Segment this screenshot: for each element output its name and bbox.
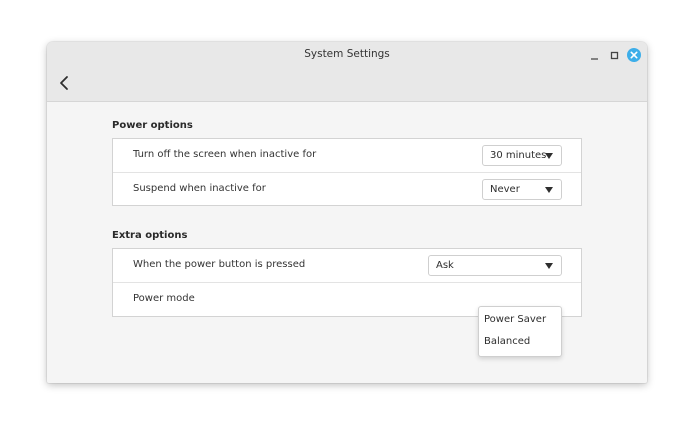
section-title-extra-options: Extra options (112, 230, 188, 241)
system-settings-window: System Settings Power options Turn off t… (47, 42, 647, 383)
suspend-dropdown[interactable]: Never (482, 179, 562, 200)
option-label: Power Saver (484, 314, 547, 325)
power-button-row: When the power button is pressed Ask (113, 249, 581, 282)
screen-off-value: 30 minutes (490, 150, 547, 161)
close-button[interactable] (626, 47, 642, 63)
suspend-row: Suspend when inactive for Never (113, 172, 581, 206)
screen-off-row: Turn off the screen when inactive for 30… (113, 139, 581, 172)
dropdown-arrow-icon (545, 187, 553, 193)
window-title: System Settings (304, 48, 390, 60)
dropdown-arrow-icon (545, 263, 553, 269)
minimize-icon (591, 58, 598, 60)
screen-off-dropdown[interactable]: 30 minutes (482, 145, 562, 166)
power-options-group: Turn off the screen when inactive for 30… (112, 138, 582, 206)
power-mode-label: Power mode (133, 293, 195, 304)
dropdown-arrow-icon (545, 153, 553, 159)
power-mode-option-balanced[interactable]: Balanced (479, 331, 561, 353)
power-mode-option-power-saver[interactable]: Power Saver (479, 309, 561, 331)
close-icon (627, 48, 641, 62)
maximize-button[interactable] (607, 48, 623, 62)
maximize-icon (610, 51, 619, 60)
screen-off-label: Turn off the screen when inactive for (133, 149, 317, 160)
back-button[interactable] (55, 72, 75, 94)
suspend-label: Suspend when inactive for (133, 183, 266, 194)
header-bar: System Settings (47, 42, 647, 102)
power-button-label: When the power button is pressed (133, 259, 306, 270)
power-button-value: Ask (436, 260, 454, 271)
option-label: Balanced (484, 336, 531, 347)
power-button-dropdown[interactable]: Ask (428, 255, 562, 276)
power-mode-popup-menu: Power Saver Balanced (478, 306, 562, 357)
minimize-button[interactable] (587, 48, 603, 62)
section-title-power-options: Power options (112, 120, 193, 131)
chevron-left-icon (60, 76, 68, 90)
suspend-value: Never (490, 184, 520, 195)
